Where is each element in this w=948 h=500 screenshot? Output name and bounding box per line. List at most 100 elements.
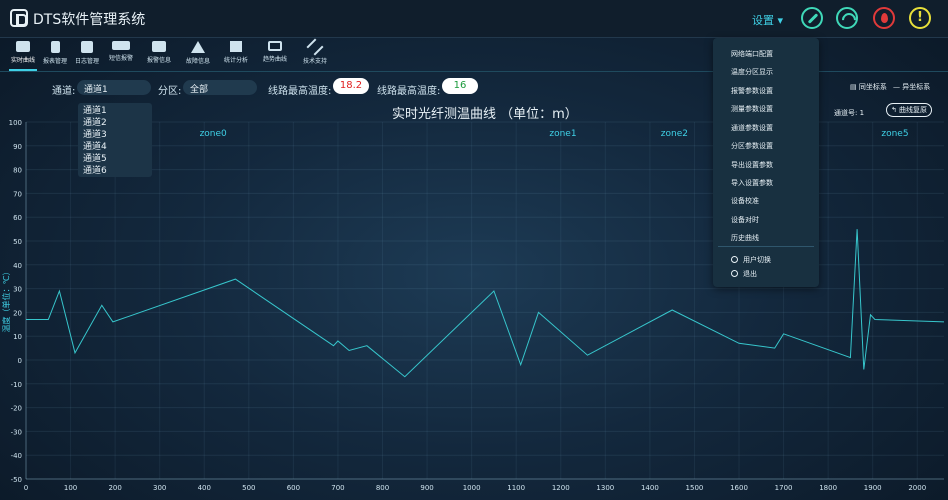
chart-icon xyxy=(16,41,30,52)
menu-network-port[interactable]: 网络端口配置 xyxy=(731,49,773,59)
fire-icon[interactable] xyxy=(873,7,895,29)
x-tick-label: 800 xyxy=(376,484,389,492)
zone-label: 分区: xyxy=(158,86,182,97)
y-tick-label: -20 xyxy=(11,405,22,413)
x-tick-label: 200 xyxy=(108,484,121,492)
x-tick-label: 300 xyxy=(153,484,166,492)
y-tick-label: 10 xyxy=(13,333,22,341)
x-tick-label: 2000 xyxy=(908,484,926,492)
legend-same-axis[interactable]: ▤ 同坐标系 xyxy=(850,82,887,92)
chart-title: 实时光纤测温曲线 （单位：m） xyxy=(392,107,578,122)
channel-option[interactable]: 通道5 xyxy=(78,153,152,165)
tool-label: 短信报警 xyxy=(108,55,133,62)
settings-menu: 网络端口配置 温度分区显示 报警参数设置 测量参数设置 通道参数设置 分区参数设… xyxy=(713,38,819,287)
zone-label: zone2 xyxy=(661,129,688,139)
max-temp-value-red: 18.2 xyxy=(333,78,369,94)
menu-user-switch[interactable]: 用户切换 xyxy=(743,255,771,265)
y-axis-label: 温度（单位：℃） xyxy=(1,268,11,333)
curve-reset-button[interactable]: ↰ 曲线复原 xyxy=(886,103,932,117)
y-tick-label: 40 xyxy=(13,262,22,270)
channel-select[interactable]: 通道1 xyxy=(77,80,151,95)
settings-button[interactable]: 设置 ▾ xyxy=(752,12,783,28)
menu-import-params[interactable]: 导入设置参数 xyxy=(731,178,773,188)
tool-statistics[interactable]: 统计分析 xyxy=(221,41,251,64)
y-tick-label: 100 xyxy=(9,119,22,127)
tool-report-manage[interactable]: 报表管理 xyxy=(40,41,70,65)
title-bar: DTS软件管理系统 设置 ▾ ! xyxy=(0,0,948,38)
y-tick-label: 20 xyxy=(13,309,22,317)
legend-different-axis[interactable]: — 异坐标系 xyxy=(893,82,930,92)
channel-option[interactable]: 通道1 xyxy=(78,105,152,117)
menu-alarm-params[interactable]: 报警参数设置 xyxy=(731,86,773,96)
tool-log-manage[interactable]: 日志管理 xyxy=(72,41,102,65)
bar-chart-icon xyxy=(230,41,242,52)
tool-sms-alarm[interactable]: 短信报警 xyxy=(106,41,136,62)
message-icon xyxy=(152,41,166,52)
zone-label: zone0 xyxy=(200,129,227,139)
y-tick-label: 0 xyxy=(18,357,22,365)
menu-calibration[interactable]: 设备校准 xyxy=(731,196,759,206)
y-tick-label: -40 xyxy=(11,452,22,460)
menu-channel-params[interactable]: 通道参数设置 xyxy=(731,123,773,133)
channel-label: 通道: xyxy=(52,86,76,97)
channel-dropdown: 通道1 通道2 通道3 通道4 通道5 通道6 xyxy=(78,103,152,177)
zone-label: zone5 xyxy=(881,129,908,139)
y-tick-label: 80 xyxy=(13,167,22,175)
menu-time-sync[interactable]: 设备对时 xyxy=(731,215,759,225)
channel-option[interactable]: 通道6 xyxy=(78,165,152,177)
wifi-icon[interactable] xyxy=(836,7,858,29)
x-tick-label: 1800 xyxy=(819,484,837,492)
menu-measure-params[interactable]: 测量参数设置 xyxy=(731,104,773,114)
tool-label: 统计分析 xyxy=(223,57,248,64)
x-tick-label: 1100 xyxy=(507,484,525,492)
tool-label: 故障信息 xyxy=(185,58,210,65)
y-tick-label: -30 xyxy=(11,428,22,436)
tool-fault-info[interactable]: 故障信息 xyxy=(183,41,213,65)
y-tick-label: -10 xyxy=(11,381,22,389)
tool-label: 日志管理 xyxy=(74,58,99,65)
x-tick-label: 1500 xyxy=(686,484,704,492)
x-tick-label: 1400 xyxy=(641,484,659,492)
x-tick-label: 1200 xyxy=(552,484,570,492)
max-temp-label: 线路最高温度: xyxy=(268,86,332,97)
active-tab-indicator xyxy=(9,69,37,71)
x-tick-label: 1600 xyxy=(730,484,748,492)
tool-label: 趋势曲线 xyxy=(262,56,287,63)
menu-zone-display[interactable]: 温度分区显示 xyxy=(731,67,773,77)
menu-divider xyxy=(718,246,814,247)
tool-alarm-info[interactable]: 报警信息 xyxy=(144,41,174,64)
max-temp-value-green: 16 xyxy=(442,78,478,94)
y-tick-label: 70 xyxy=(13,190,22,198)
menu-zone-params[interactable]: 分区参数设置 xyxy=(731,141,773,151)
tool-label: 报表管理 xyxy=(42,58,67,65)
channel-option[interactable]: 通道3 xyxy=(78,129,152,141)
tool-tech-support[interactable]: 技术支持 xyxy=(300,38,330,65)
refresh-icon xyxy=(731,256,738,263)
alert-icon[interactable]: ! xyxy=(909,7,931,29)
x-axis-ticks: 0 100 200 300 400 500 600 700 800 900 1000 1100 1200… xyxy=(24,484,926,492)
legend-same-label: 同坐标系 xyxy=(858,83,887,91)
channel-option[interactable]: 通道4 xyxy=(78,141,152,153)
x-tick-label: 600 xyxy=(287,484,300,492)
menu-exit[interactable]: 退出 xyxy=(743,269,757,279)
x-tick-label: 0 xyxy=(24,484,28,492)
tool-realtime-curve[interactable]: 实时曲线 xyxy=(8,41,38,64)
tool-label: 实时曲线 xyxy=(10,57,35,64)
tools-icon xyxy=(306,38,324,56)
y-tick-label: 60 xyxy=(13,214,22,222)
x-tick-label: 400 xyxy=(198,484,211,492)
y-tick-label: 50 xyxy=(13,238,22,246)
link-icon[interactable] xyxy=(801,7,823,29)
tool-trend-curve[interactable]: 趋势曲线 xyxy=(260,41,290,63)
monitor-icon xyxy=(268,41,282,51)
x-tick-label: 1000 xyxy=(463,484,481,492)
menu-history-curve[interactable]: 历史曲线 xyxy=(731,233,759,243)
warning-icon xyxy=(191,41,205,53)
x-tick-label: 1300 xyxy=(596,484,614,492)
channel-option[interactable]: 通道2 xyxy=(78,117,152,129)
truck-icon xyxy=(112,41,130,50)
menu-export-params[interactable]: 导出设置参数 xyxy=(731,160,773,170)
x-tick-label: 1700 xyxy=(775,484,793,492)
zone-select[interactable]: 全部 xyxy=(183,80,257,95)
x-tick-label: 100 xyxy=(64,484,77,492)
